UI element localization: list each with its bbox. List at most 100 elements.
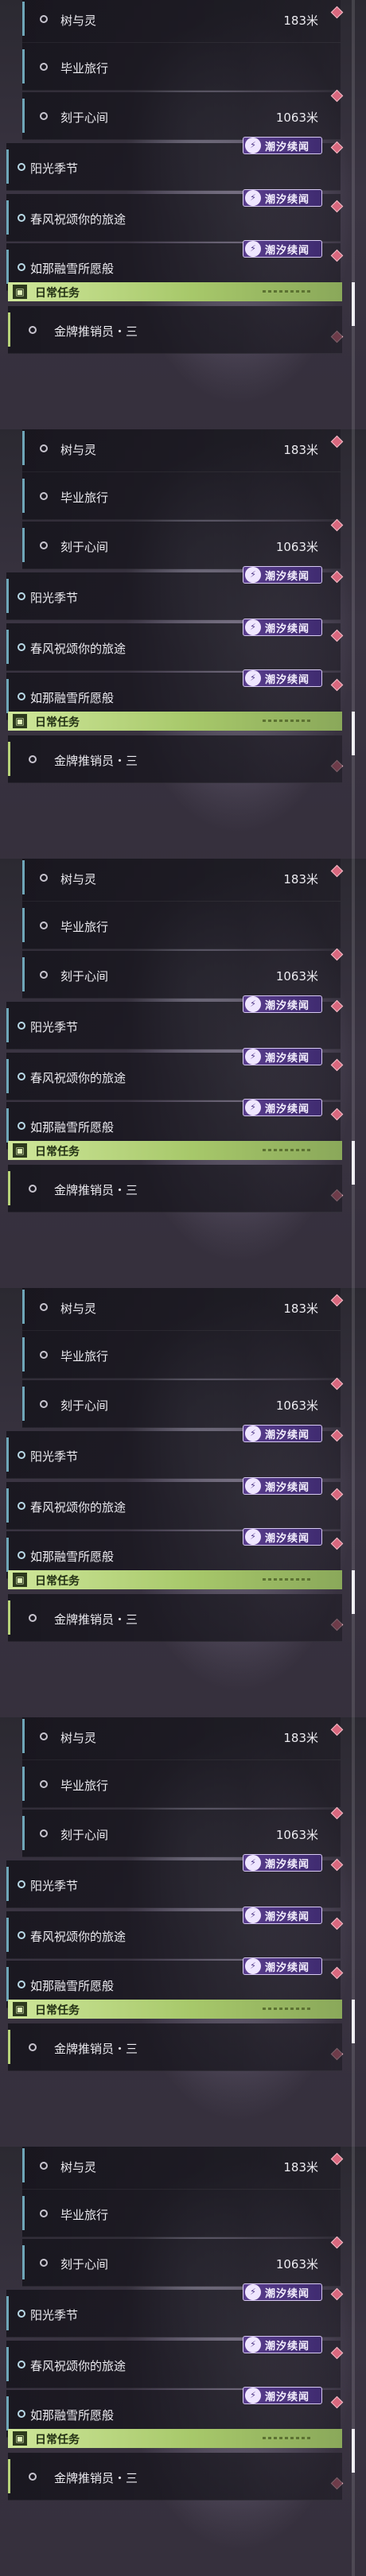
quest-item-sub[interactable]: 毕业旅行 [22, 1760, 341, 1808]
quest-label: 树与灵 [60, 1302, 97, 1316]
tide-event-icon: ⚡ [245, 1478, 261, 1494]
daily-task-item[interactable]: 金牌推销员・三 [8, 735, 342, 783]
quest-distance: 1063米 [275, 1828, 318, 1842]
quest-item-sub[interactable]: 树与灵 183米 [22, 2147, 341, 2190]
quest-item-sub[interactable]: 刻于心间 1063米 [22, 951, 341, 999]
event-badge-label: 潮汐续闻 [265, 141, 310, 153]
quest-label: 春风祝颂你的旅途 [30, 642, 127, 656]
quest-label: 如那融雪所愿般 [30, 1120, 115, 1135]
event-badge[interactable]: ⚡ 潮汐续闻 [243, 619, 322, 636]
event-badge[interactable]: ⚡ 潮汐续闻 [243, 2283, 322, 2301]
quest-item-sub[interactable]: 树与灵 183米 [22, 1288, 341, 1331]
event-badge-label: 潮汐续闻 [265, 1532, 310, 1545]
scrollbar-track[interactable] [352, 429, 355, 859]
header-decoration [263, 720, 310, 722]
quest-item-sub[interactable]: 毕业旅行 [22, 2190, 341, 2237]
event-badge[interactable]: ⚡ 潮汐续闻 [243, 1099, 322, 1116]
event-badge[interactable]: ⚡ 潮汐续闻 [243, 669, 322, 687]
event-badge[interactable]: ⚡ 潮汐续闻 [243, 137, 322, 154]
quest-dot-icon [40, 541, 48, 549]
event-badge-label: 潮汐续闻 [265, 1961, 310, 1974]
quest-item-sub[interactable]: 毕业旅行 [22, 472, 341, 520]
scrollbar-track[interactable] [352, 2147, 355, 2576]
event-badge[interactable]: ⚡ 潮汐续闻 [243, 1528, 322, 1546]
event-badge[interactable]: ⚡ 潮汐续闻 [243, 1957, 322, 1975]
daily-tasks-header[interactable]: ▣ 日常任务 [8, 282, 342, 301]
quest-dot-icon [18, 1022, 25, 1030]
quest-item-sub[interactable]: 刻于心间 1063米 [22, 1810, 341, 1857]
tide-event-icon: ⚡ [245, 1426, 261, 1441]
quest-label: 毕业旅行 [60, 491, 109, 505]
scrollbar-thumb[interactable] [352, 2429, 355, 2473]
daily-tasks-header[interactable]: ▣ 日常任务 [8, 2000, 342, 2019]
event-badge[interactable]: ⚡ 潮汐续闻 [243, 2387, 322, 2404]
event-badge-label: 潮汐续闻 [265, 2340, 310, 2353]
quest-item-sub[interactable]: 树与灵 183米 [22, 859, 341, 902]
tide-event-icon: ⚡ [245, 670, 261, 686]
event-badge-label: 潮汐续闻 [265, 1052, 310, 1065]
daily-task-item[interactable]: 金牌推销员・三 [8, 2023, 342, 2071]
scrollbar-track[interactable] [352, 0, 355, 429]
quest-item-sub[interactable]: 树与灵 183米 [22, 0, 341, 43]
quest-item-sub[interactable]: 毕业旅行 [22, 43, 341, 91]
daily-tasks-header[interactable]: ▣ 日常任务 [8, 1570, 342, 1589]
daily-task-item[interactable]: 金牌推销员・三 [8, 1165, 342, 1212]
tide-event-icon: ⚡ [245, 241, 261, 257]
event-badge-label: 潮汐续闻 [265, 2287, 310, 2300]
scrollbar-track[interactable] [352, 1717, 355, 2147]
event-badge[interactable]: ⚡ 潮汐续闻 [243, 2336, 322, 2353]
daily-tasks-header[interactable]: ▣ 日常任务 [8, 2429, 342, 2448]
scrollbar-thumb[interactable] [352, 712, 355, 755]
event-badge[interactable]: ⚡ 潮汐续闻 [243, 1907, 322, 1924]
daily-task-item[interactable]: 金牌推销员・三 [8, 2453, 342, 2500]
scene-background [0, 354, 366, 429]
quest-dot-icon [40, 874, 48, 882]
daily-task-item[interactable]: 金牌推销员・三 [8, 306, 342, 354]
event-badge[interactable]: ⚡ 潮汐续闻 [243, 1048, 322, 1065]
quest-item-sub[interactable]: 毕业旅行 [22, 902, 341, 949]
scrollbar-thumb[interactable] [352, 2000, 355, 2043]
daily-task-label: 金牌推销员・三 [54, 1183, 138, 1197]
scene-background [0, 2071, 366, 2147]
quest-distance: 1063米 [275, 969, 318, 983]
event-badge[interactable]: ⚡ 潮汐续闻 [243, 1425, 322, 1442]
quest-dot-icon [40, 1829, 48, 1837]
header-decoration [263, 2437, 310, 2439]
tide-event-icon: ⚡ [245, 1049, 261, 1065]
tide-event-icon: ⚡ [245, 1100, 261, 1115]
quest-item-sub[interactable]: 刻于心间 1063米 [22, 2239, 341, 2287]
quest-item-sub[interactable]: 刻于心间 1063米 [22, 522, 341, 569]
tide-event-icon: ⚡ [245, 996, 261, 1012]
daily-task-item[interactable]: 金牌推销员・三 [8, 1594, 342, 1642]
quest-item-sub[interactable]: 树与灵 183米 [22, 1717, 341, 1760]
quest-item-sub[interactable]: 树与灵 183米 [22, 429, 341, 472]
daily-tasks-header[interactable]: ▣ 日常任务 [8, 712, 342, 731]
quest-label: 春风祝颂你的旅途 [30, 1071, 127, 1085]
quest-label: 阳光季节 [30, 591, 79, 605]
event-badge[interactable]: ⚡ 潮汐续闻 [243, 566, 322, 584]
scrollbar-track[interactable] [352, 859, 355, 1288]
quest-label: 刻于心间 [60, 1399, 109, 1413]
scrollbar-thumb[interactable] [352, 1570, 355, 1614]
event-badge[interactable]: ⚡ 潮汐续闻 [243, 1854, 322, 1872]
scrollbar-track[interactable] [352, 1288, 355, 1717]
quest-dot-icon [18, 214, 25, 222]
quest-item-sub[interactable]: 毕业旅行 [22, 1331, 341, 1379]
event-badge[interactable]: ⚡ 潮汐续闻 [243, 240, 322, 258]
event-badge[interactable]: ⚡ 潮汐续闻 [243, 189, 322, 207]
quest-dot-icon [29, 755, 37, 763]
event-badge[interactable]: ⚡ 潮汐续闻 [243, 995, 322, 1013]
quest-label: 树与灵 [60, 14, 97, 28]
event-badge-label: 潮汐续闻 [265, 1858, 310, 1871]
event-badge-label: 潮汐续闻 [265, 999, 310, 1012]
event-badge[interactable]: ⚡ 潮汐续闻 [243, 1477, 322, 1495]
quest-item-sub[interactable]: 刻于心间 1063米 [22, 1380, 341, 1428]
daily-tasks-header[interactable]: ▣ 日常任务 [8, 1141, 342, 1160]
quest-item-sub[interactable]: 刻于心间 1063米 [22, 92, 341, 140]
scrollbar-thumb[interactable] [352, 1141, 355, 1185]
quest-label: 阳光季节 [30, 161, 79, 176]
scene-background [0, 2500, 366, 2576]
daily-task-icon: ▣ [13, 2431, 27, 2446]
scrollbar-thumb[interactable] [352, 282, 355, 326]
quest-dot-icon [40, 921, 48, 929]
